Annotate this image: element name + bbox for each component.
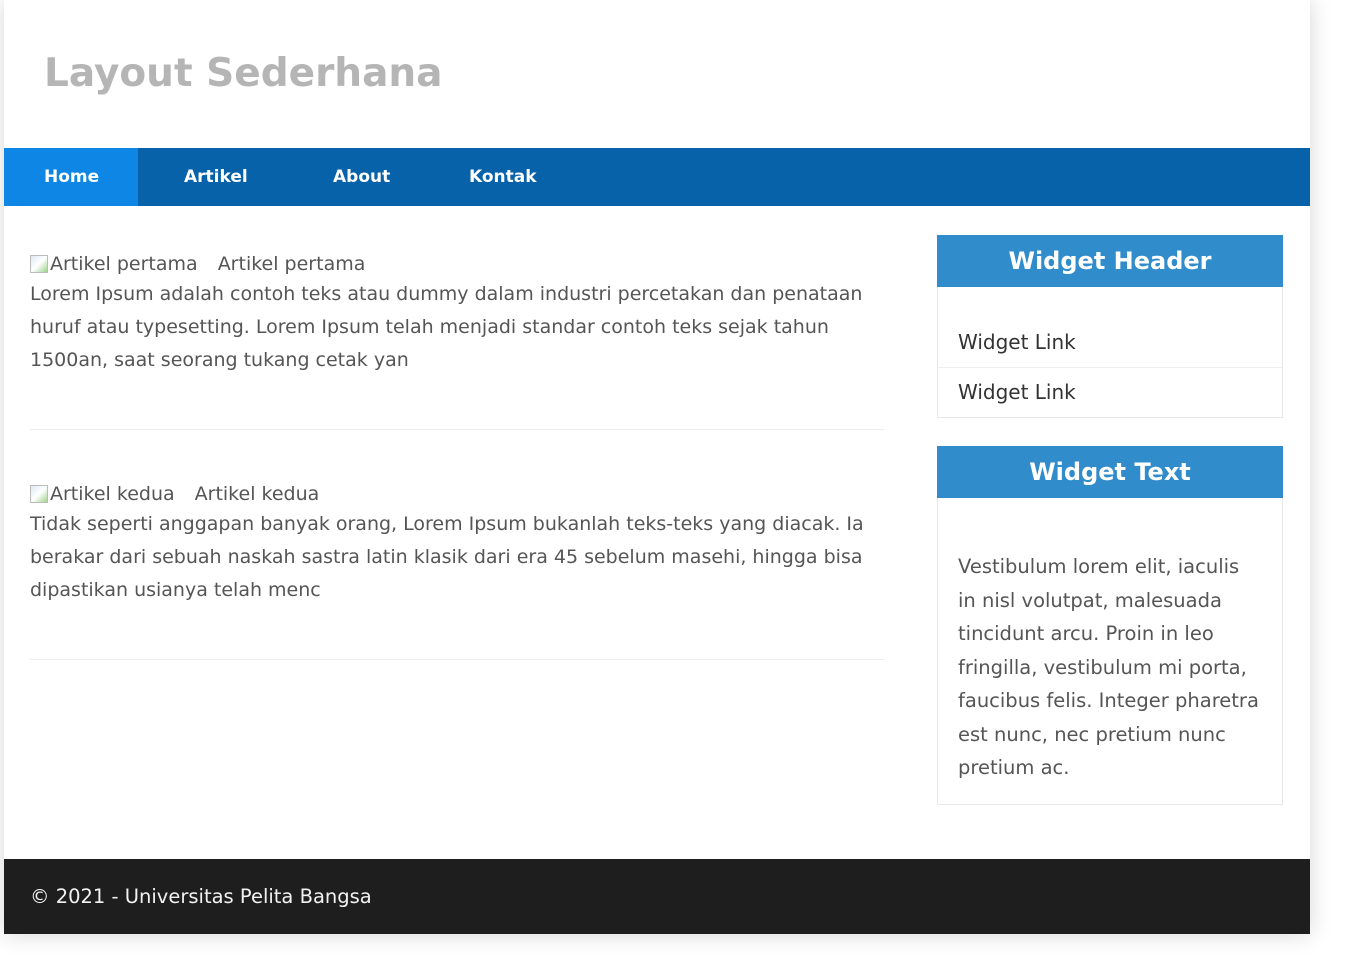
nav-item-about: About bbox=[297, 148, 438, 206]
article-image-alt: Artikel kedua bbox=[50, 483, 175, 505]
article-title[interactable]: Artikel kedua bbox=[195, 483, 320, 505]
widget-text: Widget Text Vestibulum lorem elit, iacul… bbox=[937, 446, 1283, 805]
nav-link-about[interactable]: About bbox=[297, 148, 438, 206]
nav-item-home: Home bbox=[4, 148, 138, 206]
article-heading: Artikel kedua Artikel kedua bbox=[30, 482, 319, 506]
nav-item-artikel: Artikel bbox=[138, 148, 297, 206]
widget-link[interactable]: Widget Link bbox=[958, 380, 1076, 404]
site-footer: © 2021 - Universitas Pelita Bangsa bbox=[4, 859, 1310, 934]
site-title: Layout Sederhana bbox=[44, 51, 443, 96]
broken-image-icon bbox=[30, 255, 48, 273]
widget-link-item: Widget Link bbox=[938, 318, 1282, 368]
page-container: Layout Sederhana Home Artikel About Kont… bbox=[4, 0, 1310, 934]
widget-text-body: Vestibulum lorem elit, iaculis in nisl v… bbox=[958, 555, 1259, 779]
sidebar: Widget Header Widget Link Widget Link Wi… bbox=[937, 235, 1283, 805]
widget-header: Widget Text bbox=[937, 446, 1283, 498]
article-title[interactable]: Artikel pertama bbox=[218, 253, 366, 275]
nav-link-kontak[interactable]: Kontak bbox=[438, 148, 567, 206]
nav-link-artikel[interactable]: Artikel bbox=[138, 148, 297, 206]
footer-copyright: © 2021 - Universitas Pelita Bangsa bbox=[30, 885, 372, 908]
widget-links: Widget Header Widget Link Widget Link bbox=[937, 235, 1283, 418]
nav-link-home[interactable]: Home bbox=[4, 148, 138, 206]
main-nav: Home Artikel About Kontak bbox=[4, 148, 1310, 206]
site-header: Layout Sederhana bbox=[4, 0, 1310, 148]
article-item: Artikel pertama Artikel pertama Lorem Ips… bbox=[30, 232, 884, 430]
article-image-alt: Artikel pertama bbox=[50, 253, 198, 275]
nav-list: Home Artikel About Kontak bbox=[4, 148, 1310, 206]
article-body: Lorem Ipsum adalah contoh teks atau dumm… bbox=[30, 283, 863, 371]
main-content: Artikel pertama Artikel pertama Lorem Ips… bbox=[30, 232, 884, 660]
widget-link-item: Widget Link bbox=[938, 368, 1282, 417]
article-heading: Artikel pertama Artikel pertama bbox=[30, 252, 365, 276]
broken-image-icon bbox=[30, 485, 48, 503]
widget-link[interactable]: Widget Link bbox=[958, 330, 1076, 354]
nav-item-kontak: Kontak bbox=[438, 148, 567, 206]
article-body: Tidak seperti anggapan banyak orang, Lor… bbox=[30, 513, 864, 601]
article-item: Artikel kedua Artikel kedua Tidak seperti… bbox=[30, 462, 884, 660]
widget-link-list: Widget Link Widget Link bbox=[938, 318, 1282, 417]
widget-header: Widget Header bbox=[937, 235, 1283, 287]
